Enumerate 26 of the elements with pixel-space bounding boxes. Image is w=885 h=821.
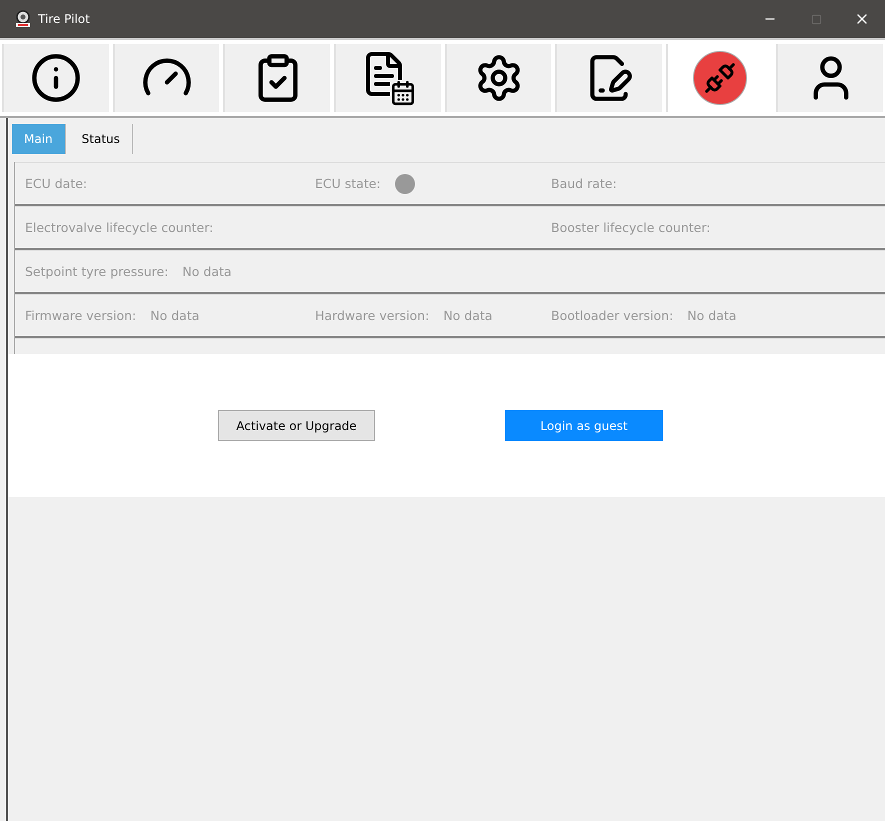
app-logo-icon <box>14 10 32 28</box>
field-label: Setpoint tyre pressure: <box>25 264 168 279</box>
field-label: Hardware version: <box>315 308 430 323</box>
status-dot-icon <box>394 174 415 194</box>
field-value: No data <box>443 308 492 323</box>
toolbar-button[interactable] <box>112 44 220 112</box>
toolbar-button[interactable] <box>555 44 662 112</box>
window-title: Tire Pilot <box>38 12 90 26</box>
toolbar-button[interactable] <box>223 44 330 112</box>
field-label: Bootloader version: <box>551 308 674 323</box>
field-label: Firmware version: <box>25 308 136 323</box>
field-label: ECU state: <box>315 176 381 191</box>
toolbar-button[interactable] <box>2 44 109 112</box>
maximize-icon <box>810 14 822 24</box>
field-label: Electrovalve lifecycle counter: <box>25 220 214 235</box>
toolbar-button[interactable] <box>334 44 440 112</box>
activate-button[interactable]: Activate or Upgrade <box>218 410 375 441</box>
field-label: ECU date: <box>25 176 88 191</box>
field-label: Booster lifecycle counter: <box>551 220 710 235</box>
toolbar-button[interactable] <box>444 44 552 112</box>
field-label: Baud rate: <box>551 176 617 191</box>
field-value: No data <box>150 308 200 323</box>
info-icon <box>30 52 82 104</box>
field-value: No data <box>687 308 736 323</box>
toolbar-button[interactable] <box>776 44 883 112</box>
field-value: No data <box>182 264 232 279</box>
